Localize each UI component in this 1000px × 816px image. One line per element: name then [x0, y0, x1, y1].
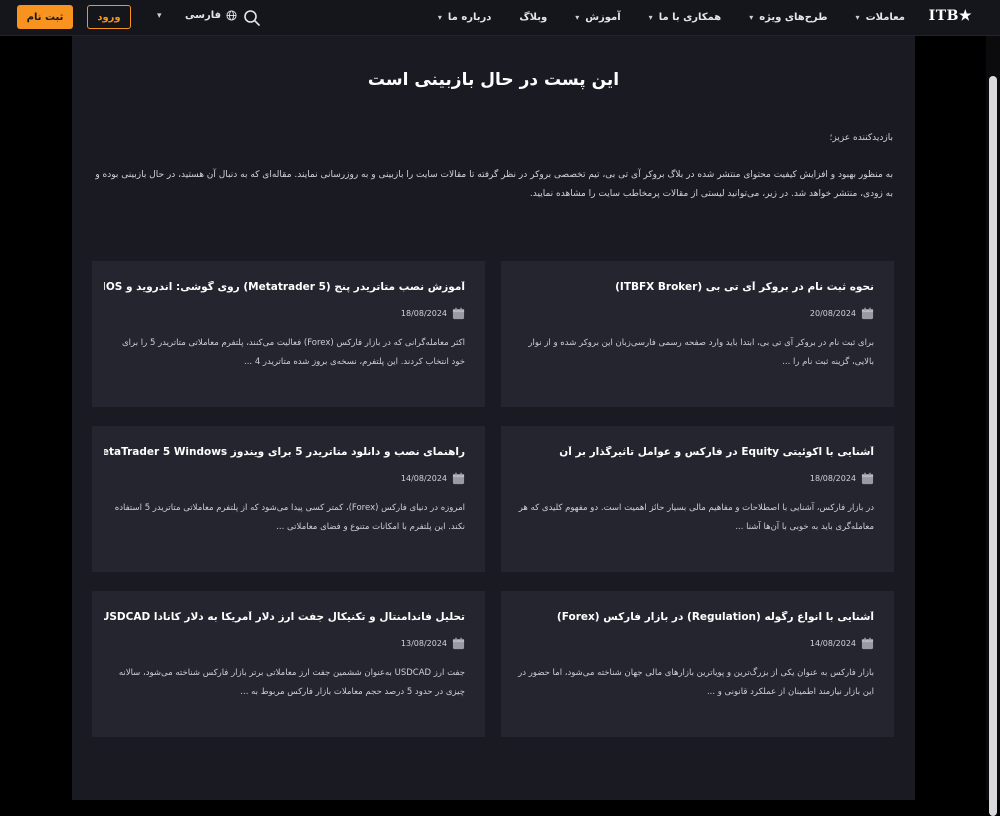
article-date: 14/08/2024: [810, 637, 874, 650]
chevron-down-icon[interactable]: ▾: [157, 11, 162, 21]
top-navbar: ITB★ معاملات ▾ طرح‌های ویژه ▾ همکاری با …: [0, 0, 1000, 36]
globe-icon: [226, 10, 237, 21]
nav-item-label: وبلاگ: [519, 12, 548, 23]
calendar-icon: [861, 307, 874, 320]
article-excerpt: بازار فارکس به عنوان یکی از بزرگ‌ترین و …: [518, 668, 874, 697]
nav-item-label: درباره ما: [447, 12, 492, 23]
article-title[interactable]: آشنایی با اکوئیتی Equity در فارکس و عوام…: [513, 446, 874, 458]
article-date-label: 13/08/2024: [400, 639, 447, 648]
article-title[interactable]: نحوه ثبت نام در بروکر آی تی بی (ITBFX Br…: [513, 281, 874, 293]
search-icon[interactable]: [243, 9, 261, 27]
chevron-down-icon: ▾: [749, 13, 754, 22]
article-excerpt: در بازار فارکس، آشنایی با اصطلاحات و مفا…: [518, 503, 874, 532]
nav-item-partnership[interactable]: همکاری با ما ▾: [649, 12, 722, 23]
nav-item-label: معاملات: [865, 12, 905, 23]
calendar-icon: [452, 307, 465, 320]
language-selector[interactable]: فارسی: [185, 10, 237, 21]
article-date-label: 14/08/2024: [400, 474, 447, 483]
language-label: فارسی: [185, 10, 222, 21]
article-card[interactable]: راهنمای نصب و دانلود متاتریدر 5 برای وین…: [92, 426, 485, 572]
calendar-icon: [861, 637, 874, 650]
nav-item-special-plans[interactable]: طرح‌های ویژه ▾: [749, 12, 827, 23]
article-title[interactable]: راهنمای نصب و دانلود متاتریدر 5 برای وین…: [104, 446, 465, 458]
nav-item-education[interactable]: آموزش ▾: [575, 12, 620, 23]
article-date-label: 20/08/2024: [809, 309, 856, 318]
page-title: این پست در حال بازبینی است: [367, 70, 620, 90]
article-excerpt: اکثر معامله‌گرانی که در بازار فارکس (For…: [122, 338, 465, 367]
nav-item-label: همکاری با ما: [658, 12, 722, 23]
greeting-text: بازدیدکننده عزیز؛: [829, 133, 893, 143]
site-logo[interactable]: ITB★: [929, 8, 972, 24]
article-card[interactable]: آموزش نصب متاتریدر پنج (Metatrader 5) رو…: [92, 261, 485, 407]
login-button[interactable]: ورود: [87, 5, 131, 29]
article-date: 20/08/2024: [810, 307, 874, 320]
article-date-label: 18/08/2024: [400, 309, 447, 318]
article-title[interactable]: آشنایی با انواع رگوله (Regulation) در با…: [513, 611, 874, 623]
article-card[interactable]: تحلیل فاندامنتال و تکنیکال جفت ارز دلار …: [92, 591, 485, 737]
main-content: این پست در حال بازبینی است بازدیدکننده ع…: [72, 36, 915, 800]
article-excerpt: امروزه در دنیای فارکس (Forex)، کمتر کسی …: [114, 503, 465, 532]
chevron-down-icon: ▾: [648, 13, 653, 22]
calendar-icon: [861, 472, 874, 485]
article-date: 13/08/2024: [401, 637, 465, 650]
calendar-icon: [452, 637, 465, 650]
article-date-label: 14/08/2024: [809, 639, 856, 648]
article-date: 18/08/2024: [810, 472, 874, 485]
scrollbar[interactable]: [986, 36, 1000, 816]
article-excerpt: جفت ارز USDCAD به‌عنوان ششمین جفت ارز مع…: [118, 668, 465, 697]
article-excerpt: برای ثبت نام در بروکر آی تی بی، ابتدا با…: [528, 338, 874, 367]
article-date: 18/08/2024: [401, 307, 465, 320]
article-date: 14/08/2024: [401, 472, 465, 485]
article-title[interactable]: آموزش نصب متاتریدر پنج (Metatrader 5) رو…: [104, 281, 465, 293]
main-nav: معاملات ▾ طرح‌های ویژه ▾ همکاری با ما ▾ …: [438, 0, 905, 35]
register-button[interactable]: ثبت نام: [17, 5, 73, 29]
chevron-down-icon: ▾: [575, 13, 580, 22]
chevron-down-icon: ▾: [855, 13, 860, 22]
article-title[interactable]: تحلیل فاندامنتال و تکنیکال جفت ارز دلار …: [104, 611, 465, 623]
article-card[interactable]: نحوه ثبت نام در بروکر آی تی بی (ITBFX Br…: [501, 261, 894, 407]
scrollbar-thumb[interactable]: [989, 76, 997, 816]
nav-item-label: آموزش: [585, 12, 621, 23]
article-date-label: 18/08/2024: [809, 474, 856, 483]
nav-item-blog[interactable]: وبلاگ: [519, 12, 547, 23]
article-card[interactable]: آشنایی با انواع رگوله (Regulation) در با…: [501, 591, 894, 737]
chevron-down-icon: ▾: [437, 13, 442, 22]
calendar-icon: [452, 472, 465, 485]
intro-paragraph: به منظور بهبود و افزایش کیفیت محتوای منت…: [95, 170, 893, 199]
nav-item-about[interactable]: درباره ما ▾: [438, 12, 492, 23]
nav-item-trading[interactable]: معاملات ▾: [856, 12, 905, 23]
nav-item-label: طرح‌های ویژه: [759, 12, 828, 23]
article-card[interactable]: آشنایی با اکوئیتی Equity در فارکس و عوام…: [501, 426, 894, 572]
